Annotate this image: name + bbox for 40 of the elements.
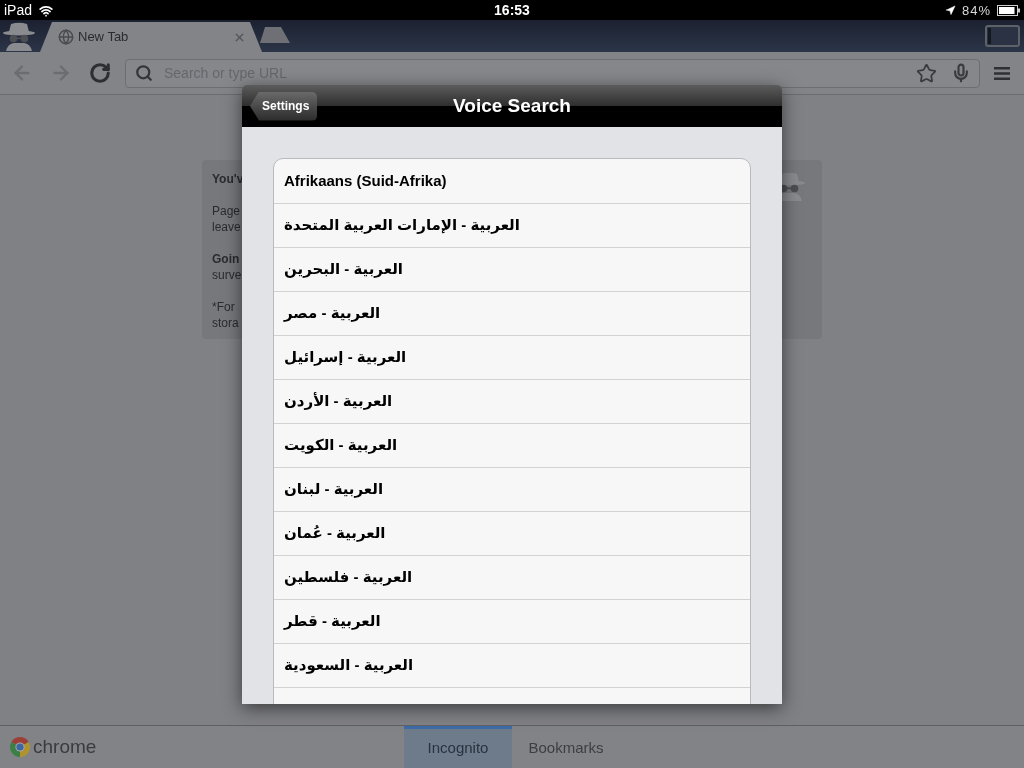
clock-time: 16:53: [494, 1, 530, 20]
card-paragraph: Goin surve: [212, 251, 243, 283]
menu-icon: [994, 66, 1010, 80]
card-paragraph: Page leave: [212, 203, 242, 235]
new-tab-button[interactable]: [260, 27, 290, 43]
battery-percent: 84%: [961, 1, 991, 20]
carrier-label: iPad: [4, 1, 33, 20]
wifi-icon: [38, 3, 55, 18]
search-icon: [135, 64, 153, 82]
reload-icon: [89, 62, 111, 84]
dialog-title: Voice Search: [453, 93, 571, 118]
globe-icon: [58, 29, 74, 45]
language-item[interactable]: Afrikaans (Suid-Afrika): [274, 159, 750, 203]
back-button[interactable]: Settings: [250, 91, 318, 121]
bookmark-star-button[interactable]: [915, 62, 937, 84]
microphone-icon: [951, 62, 971, 84]
tab-switcher-icon[interactable]: [985, 25, 1020, 47]
tab-title: New Tab: [78, 28, 129, 47]
language-item[interactable]: العربية - البحرين: [274, 247, 750, 291]
card-paragraph: *For stora: [212, 299, 240, 331]
star-icon: [915, 62, 937, 84]
chrome-logo-icon: [10, 737, 30, 757]
language-item[interactable]: العربية - مصر: [274, 291, 750, 335]
language-item[interactable]: العربية - الأردن: [274, 379, 750, 423]
language-item[interactable]: العربية - السعودية: [274, 643, 750, 687]
reload-button[interactable]: [88, 61, 112, 85]
language-item[interactable]: العربية - قطر: [274, 599, 750, 643]
location-arrow-icon: [944, 5, 956, 16]
chrome-wordmark: chrome: [33, 734, 97, 759]
card-paragraph: You'v: [212, 171, 244, 187]
incognito-icon: [782, 171, 806, 201]
browser-tab[interactable]: New Tab: [40, 22, 262, 52]
language-item[interactable]: العربية - فلسطين: [274, 555, 750, 599]
language-item[interactable]: العربية - عُمان: [274, 511, 750, 555]
language-item[interactable]: العربية - الكويت: [274, 423, 750, 467]
voice-search-button[interactable]: [951, 62, 971, 84]
language-item[interactable]: العربية - إسرائيل: [274, 335, 750, 379]
language-item[interactable]: العربية - لبنان: [274, 467, 750, 511]
language-item[interactable]: العربية - الإمارات العربية المتحدة: [274, 203, 750, 247]
battery-icon: [997, 5, 1020, 16]
